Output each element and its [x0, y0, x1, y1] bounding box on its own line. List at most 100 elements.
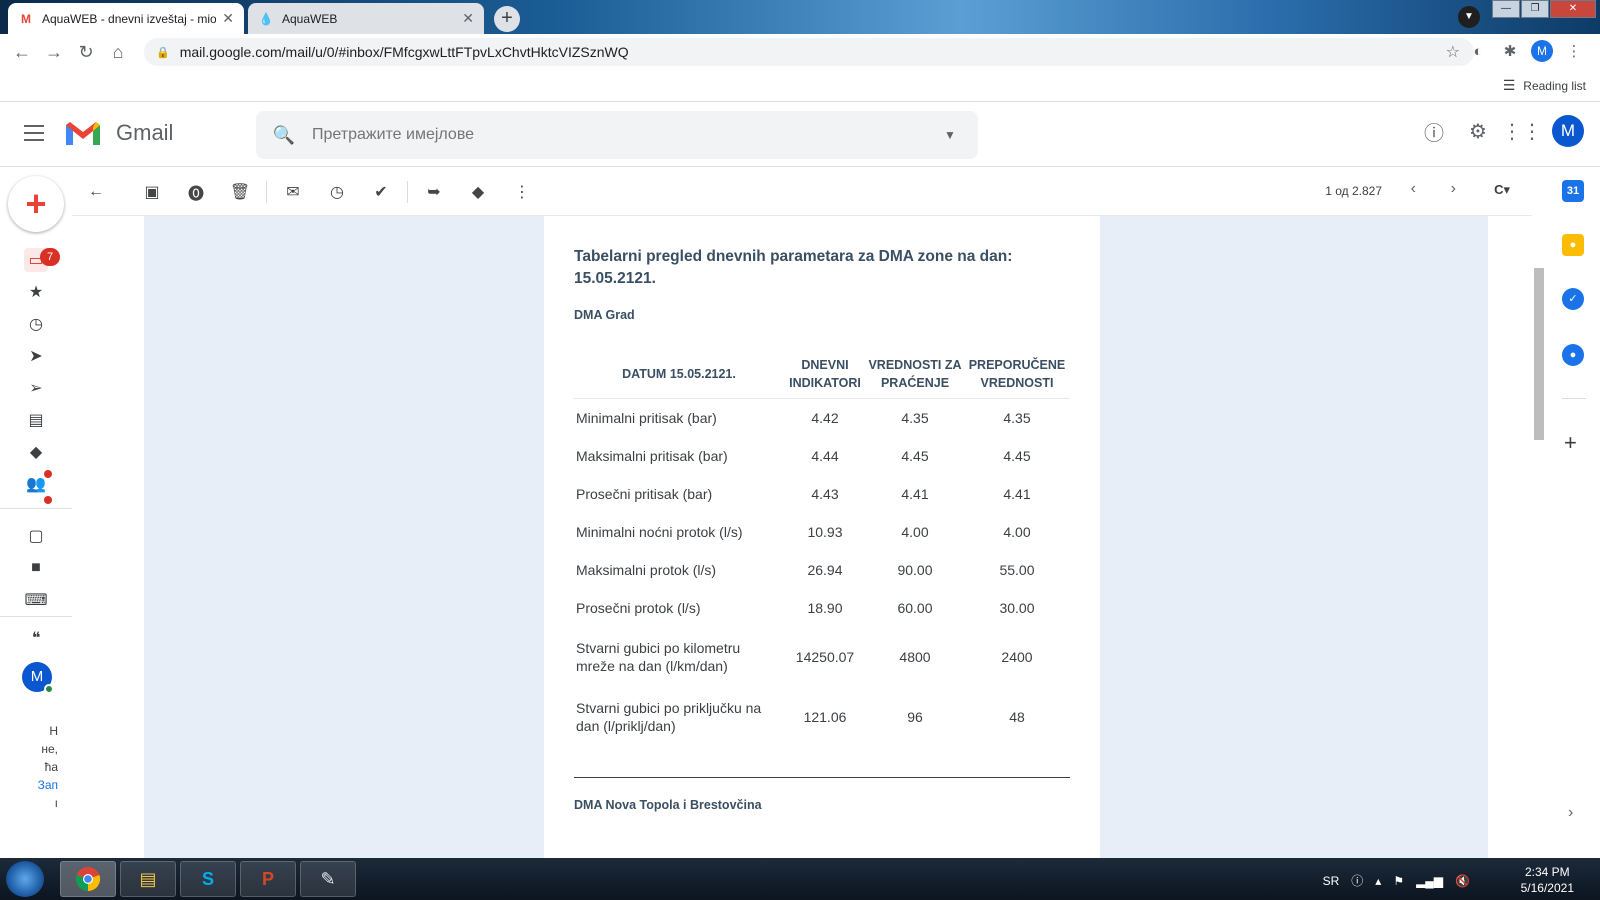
profile-avatar[interactable]: M: [1531, 40, 1553, 62]
drafts-icon[interactable]: ▤: [24, 408, 48, 432]
gmail-logo[interactable]: Gmail: [64, 119, 173, 147]
account-avatar[interactable]: M: [1552, 115, 1584, 147]
mark-unread-icon[interactable]: ✉: [271, 182, 315, 202]
extensions-puzzle-icon[interactable]: ✱: [1494, 42, 1526, 60]
recommended-value: 48: [1009, 709, 1025, 725]
updates-notification-dot: [44, 496, 52, 504]
column-header-recommended: PREPORUČENE VREDNOSTI: [964, 350, 1070, 399]
tasks-icon[interactable]: ✓: [1562, 288, 1584, 310]
daily-value: 4.42: [811, 410, 839, 426]
toolbar-separator: [407, 180, 408, 203]
settings-gear-icon[interactable]: ⚙: [1456, 119, 1500, 144]
notice-line: Н: [49, 724, 58, 738]
reading-list-button[interactable]: ☰ Reading list: [1503, 77, 1586, 94]
add-to-tasks-icon[interactable]: ✔: [359, 182, 403, 202]
minimize-button[interactable]: —: [1492, 0, 1520, 18]
important-icon[interactable]: ➤: [24, 344, 48, 368]
daily-value: 26.94: [807, 562, 843, 578]
show-side-panel-chevron-icon[interactable]: ›: [1568, 804, 1573, 822]
search-input[interactable]: [312, 126, 922, 144]
taskbar-clock[interactable]: 2:34 PM 5/16/2021: [1521, 864, 1574, 896]
apps-grid-icon[interactable]: ⋮⋮: [1500, 119, 1544, 144]
row-label: Maksimalni protok (l/s): [576, 562, 717, 578]
newer-chevron-right-icon[interactable]: ›: [1451, 180, 1456, 198]
search-icon[interactable]: 🔍: [256, 125, 312, 146]
main-menu-icon[interactable]: [24, 125, 44, 146]
table-row: Prosečni protok (l/s) 18.90 60.00 30.00: [574, 589, 1070, 627]
message-scrollbar-thumb[interactable]: [1534, 268, 1544, 440]
tray-expand-icon[interactable]: ▴: [1375, 874, 1381, 888]
meet-video-icon[interactable]: ■: [24, 556, 48, 580]
get-addons-plus-icon[interactable]: +: [1564, 430, 1577, 456]
monitor-value: 96: [907, 709, 923, 725]
archive-icon[interactable]: ▣: [130, 182, 174, 202]
table-row: Maksimalni pritisak (bar) 4.44 4.45 4.45: [574, 437, 1070, 475]
keep-icon[interactable]: ●: [1562, 234, 1584, 256]
back-icon[interactable]: ←: [6, 42, 38, 63]
column-header-date: DATUM 15.05.2121.: [574, 350, 784, 399]
network-signal-icon[interactable]: ▂▄▆: [1416, 874, 1443, 888]
starred-icon[interactable]: ★: [24, 280, 48, 304]
paint-icon[interactable]: ✎: [300, 861, 356, 897]
older-chevron-left-icon[interactable]: ‹: [1411, 180, 1416, 198]
recommended-value: 4.35: [1003, 410, 1031, 426]
chat-user-avatar[interactable]: M: [22, 662, 54, 694]
home-icon[interactable]: ⌂: [102, 42, 134, 63]
browser-menu-icon[interactable]: ⋮: [1558, 42, 1590, 60]
input-language[interactable]: SR: [1323, 874, 1340, 888]
more-options-icon[interactable]: ⋮: [500, 182, 544, 202]
help-icon[interactable]: ⓘ: [1412, 117, 1456, 146]
snooze-clock-icon[interactable]: ◷: [315, 182, 359, 202]
address-bar[interactable]: 🔒 mail.google.com/mail/u/0/#inbox/FMfcgx…: [144, 38, 1474, 66]
chrome-logo-icon: [75, 867, 101, 892]
back-to-inbox-icon[interactable]: ←: [74, 183, 118, 201]
report-spam-icon[interactable]: ⓿: [174, 180, 218, 204]
start-windows-icon[interactable]: [6, 861, 44, 897]
search-options-icon[interactable]: ▼: [922, 128, 978, 142]
forward-icon[interactable]: →: [38, 42, 70, 63]
new-tab-button[interactable]: +: [494, 6, 520, 32]
chrome-taskbar-icon[interactable]: [60, 861, 116, 897]
meet-new-meeting-icon[interactable]: ▢: [24, 524, 48, 548]
calendar-icon[interactable]: 31: [1562, 180, 1584, 202]
skype-icon[interactable]: S: [180, 861, 236, 897]
move-to-icon[interactable]: ➥: [412, 182, 456, 202]
powerpoint-icon[interactable]: P: [240, 861, 296, 897]
reload-icon[interactable]: ↻: [70, 42, 102, 63]
flag-tray-icon[interactable]: ⚑: [1393, 874, 1404, 888]
labels-icon[interactable]: ◆: [456, 182, 500, 202]
snoozed-clock-icon[interactable]: ◷: [24, 312, 48, 336]
tab-search-icon[interactable]: ▼: [1458, 6, 1480, 28]
section-divider: [574, 777, 1070, 778]
file-explorer-icon[interactable]: ▤: [120, 861, 176, 897]
start-chat-link[interactable]: Зап: [0, 776, 58, 794]
close-icon[interactable]: ✕: [462, 10, 474, 27]
restore-button[interactable]: ❐: [1521, 0, 1549, 18]
rail-divider: [0, 616, 72, 617]
system-tray: SR ⓘ ▴ ⚑ ▂▄▆ 🔇: [1311, 872, 1470, 889]
contacts-icon[interactable]: ●: [1562, 344, 1584, 366]
lock-icon[interactable]: 🔒: [156, 46, 170, 59]
label-icon[interactable]: ◆: [24, 440, 48, 464]
close-icon[interactable]: ✕: [222, 10, 234, 27]
inbox-unread-badge: 7: [40, 248, 60, 266]
tab-aquaweb-gmail[interactable]: M AquaWEB - dnevni izveštaj - mio ✕: [8, 3, 244, 34]
tab-aquaweb[interactable]: 💧 AquaWEB ✕: [248, 3, 484, 34]
row-label: Stvarni gubici po priključku na dan (l/p…: [576, 700, 762, 734]
delete-trash-icon[interactable]: 🗑: [218, 182, 262, 202]
compose-button[interactable]: +: [8, 176, 64, 232]
help-tray-icon[interactable]: ⓘ: [1351, 872, 1363, 889]
bookmark-star-icon[interactable]: ☆: [1446, 42, 1460, 62]
volume-muted-icon[interactable]: 🔇: [1455, 874, 1470, 888]
rail-divider: [0, 508, 72, 509]
monitor-value: 4.00: [901, 524, 929, 540]
meet-keyboard-icon[interactable]: ⌨: [24, 588, 48, 612]
recommended-value: 4.45: [1003, 448, 1031, 464]
input-tools-button[interactable]: C▾: [1494, 182, 1510, 198]
hangouts-chat-icon[interactable]: ❝: [24, 626, 48, 650]
sent-icon[interactable]: ➢: [24, 376, 48, 400]
gmail-icon: M: [21, 11, 31, 26]
extension-circle-icon[interactable]: ◐: [1462, 43, 1494, 60]
row-label: Prosečni protok (l/s): [576, 600, 701, 616]
window-close-button[interactable]: ✕: [1550, 0, 1596, 18]
